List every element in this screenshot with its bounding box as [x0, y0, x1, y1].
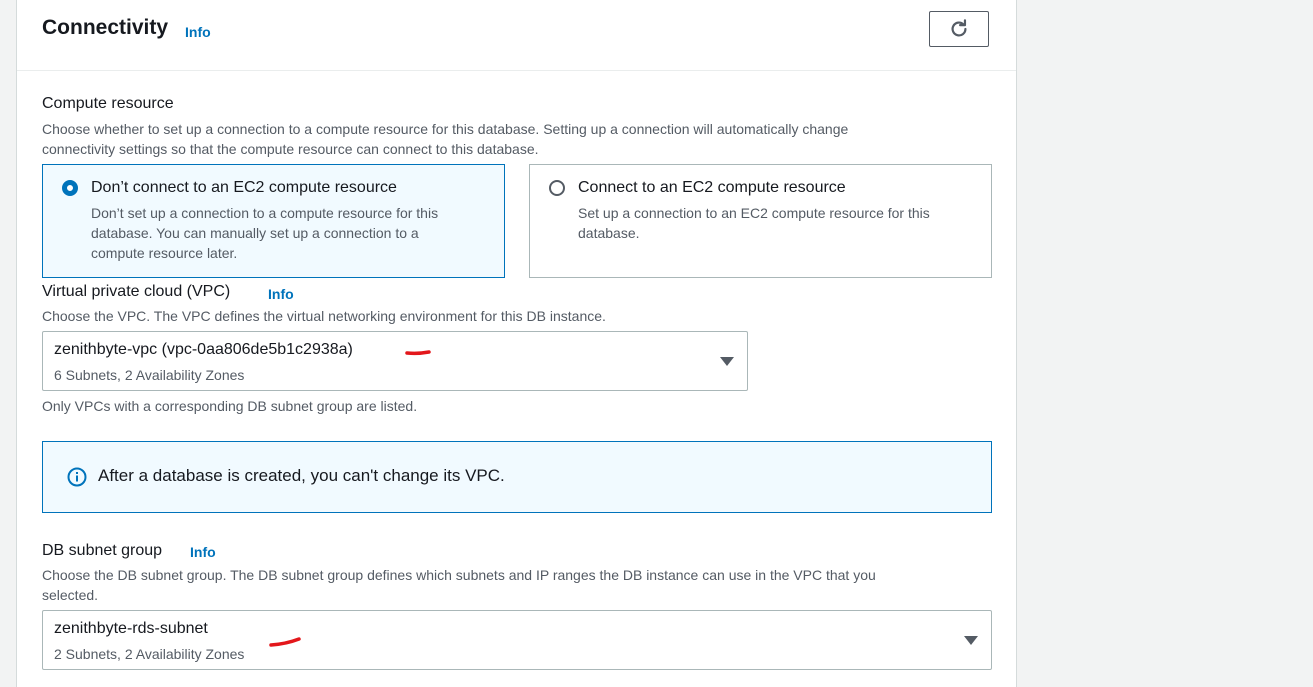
section-info-link[interactable]: Info	[185, 24, 211, 40]
alert-text: After a database is created, you can't c…	[98, 466, 505, 485]
compute-resource-label: Compute resource	[42, 95, 174, 112]
vpc-info-link[interactable]: Info	[268, 286, 294, 302]
vpc-selected-value: zenithbyte-vpc (vpc-0aa806de5b1c2938a)	[54, 341, 353, 358]
option-dont-connect-description: Don’t set up a connection to a compute r…	[91, 203, 491, 263]
section-title: Connectivity	[42, 16, 169, 39]
red-annotation-mark	[269, 637, 301, 647]
subnet-description-line1: Choose the DB subnet group. The DB subne…	[42, 567, 876, 583]
subnet-selected-sub: 2 Subnets, 2 Availability Zones	[54, 646, 245, 662]
vpc-caret-down-icon	[720, 357, 734, 366]
vpc-label: Virtual private cloud (VPC)	[42, 283, 231, 300]
connectivity-panel: Connectivity Info Compute resource Choos…	[16, 0, 1017, 687]
radio-dont-connect[interactable]	[62, 180, 78, 196]
option-connect-desc-line1: Set up a connection to an EC2 compute re…	[578, 205, 930, 221]
subnet-selected-value: zenithbyte-rds-subnet	[54, 620, 208, 637]
option-dont-connect-desc-line2: database. You can manually set up a conn…	[91, 225, 419, 241]
panel-header: Connectivity Info	[17, 0, 1016, 71]
subnet-group-select[interactable]: zenithbyte-rds-subnet 2 Subnets, 2 Avail…	[42, 610, 992, 670]
vpc-hint: Only VPCs with a corresponding DB subnet…	[42, 398, 418, 414]
refresh-icon	[951, 19, 967, 37]
subnet-group-label: DB subnet group	[42, 542, 163, 559]
option-connect-title: Connect to an EC2 compute resource	[578, 179, 846, 196]
option-dont-connect-desc-line1: Don’t set up a connection to a compute r…	[91, 205, 439, 221]
option-dont-connect-desc-line3: compute resource later.	[91, 245, 238, 261]
vpc-select[interactable]: zenithbyte-vpc (vpc-0aa806de5b1c2938a) 6…	[42, 331, 748, 391]
vpc-info-alert: After a database is created, you can't c…	[42, 441, 992, 513]
compute-resource-description-line1: Choose whether to set up a connection to…	[42, 121, 849, 137]
option-dont-connect-ec2[interactable]: Don’t connect to an EC2 compute resource…	[42, 164, 505, 278]
subnet-description-line2: selected.	[42, 587, 99, 603]
option-connect-desc-line2: database.	[578, 225, 640, 241]
vpc-selected-sub: 6 Subnets, 2 Availability Zones	[54, 367, 245, 383]
radio-connect[interactable]	[549, 180, 565, 196]
option-connect-description: Set up a connection to an EC2 compute re…	[578, 203, 978, 243]
red-annotation-mark	[405, 350, 431, 356]
info-circle-icon	[67, 467, 87, 487]
refresh-button[interactable]	[929, 11, 989, 47]
subnet-info-link[interactable]: Info	[190, 544, 216, 560]
subnet-caret-down-icon	[964, 636, 978, 645]
vpc-description: Choose the VPC. The VPC defines the virt…	[42, 308, 606, 324]
option-dont-connect-title: Don’t connect to an EC2 compute resource	[91, 179, 397, 196]
compute-resource-description-line2: connectivity settings so that the comput…	[42, 141, 539, 157]
option-connect-ec2[interactable]: Connect to an EC2 compute resource Set u…	[529, 164, 992, 278]
